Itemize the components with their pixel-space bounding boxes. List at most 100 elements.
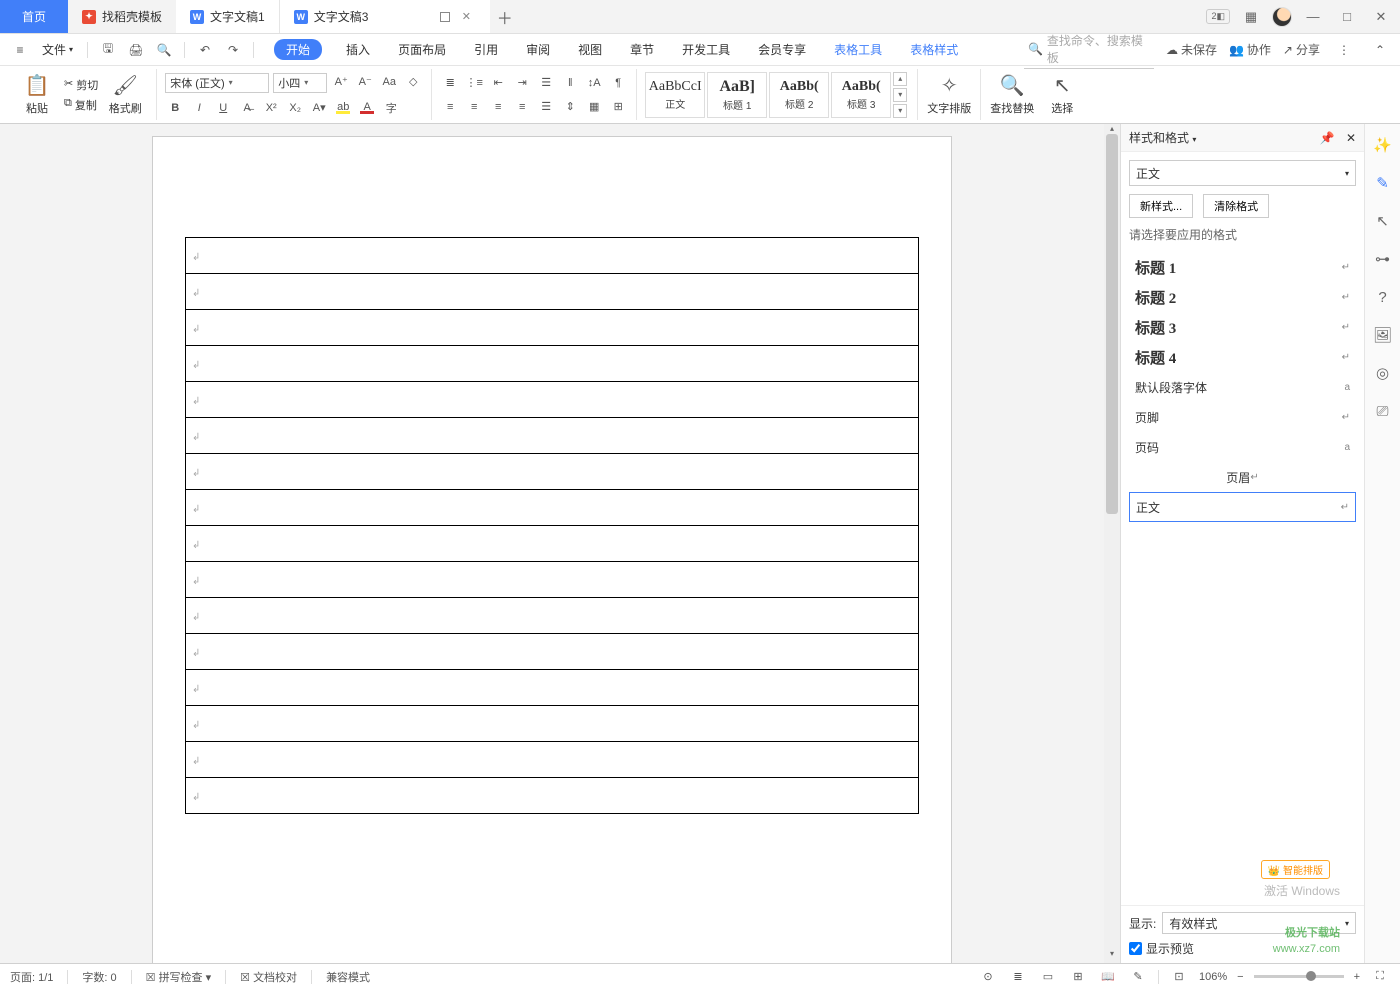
screen-icon[interactable]: ⎚ [1372,400,1394,422]
outdent-icon[interactable]: ⇤ [488,74,508,92]
table-cell[interactable]: ↲ [186,742,919,778]
clear-format-button[interactable]: 清除格式 [1203,194,1269,218]
share-button[interactable]: ↗分享 [1283,41,1320,58]
fit-icon[interactable]: ⊡ [1169,968,1189,986]
magic-icon[interactable]: ✨ [1372,134,1394,156]
new-style-button[interactable]: 新样式... [1129,194,1193,218]
tab-member[interactable]: 会员专享 [754,37,810,62]
link-icon[interactable]: ⊶ [1372,248,1394,270]
table-row[interactable]: ↲ [186,382,919,418]
style-item[interactable]: 页码a [1129,432,1356,462]
bold-button[interactable]: B [165,99,185,117]
style-heading1[interactable]: AaB]标题 1 [707,72,767,118]
paste-button[interactable]: 📋粘贴 [14,70,60,120]
format-painter-button[interactable]: 🖌格式刷 [102,70,148,120]
style-more-icon[interactable]: ▾ [893,104,907,118]
table-row[interactable]: ↲ [186,490,919,526]
table-row[interactable]: ↲ [186,742,919,778]
view-read-icon[interactable]: 📖 [1098,968,1118,986]
pencil-icon[interactable]: ✎ [1128,968,1148,986]
tab-add-button[interactable]: ＋ [490,0,520,33]
word-count[interactable]: 字数: 0 [82,969,116,985]
text-layout-button[interactable]: ✧文字排版 [926,70,972,120]
table-cell[interactable]: ↲ [186,274,919,310]
table-cell[interactable]: ↲ [186,238,919,274]
preview-icon[interactable]: 🔍 [152,38,176,62]
unsaved-indicator[interactable]: ☁未保存 [1166,41,1217,58]
tab-view[interactable]: 视图 [574,37,606,62]
tab-templates[interactable]: ✦ 找稻壳模板 [68,0,176,33]
style-item[interactable]: 标题 4↵ [1129,342,1356,372]
table-row[interactable]: ↲ [186,778,919,814]
tab-layout[interactable]: 页面布局 [394,37,450,62]
style-heading3[interactable]: AaBb(标题 3 [831,72,891,118]
undo-icon[interactable]: ↶ [193,38,217,62]
table-cell[interactable]: ↲ [186,346,919,382]
table-row[interactable]: ↲ [186,598,919,634]
view-dots-icon[interactable]: ⊙ [978,968,998,986]
text-effects-button[interactable]: A▾ [309,99,329,117]
align-justify-icon[interactable]: ≡ [512,98,532,116]
tab-table-style[interactable]: 表格样式 [906,37,962,62]
tab-doc1[interactable]: W 文字文稿1 [176,0,280,33]
find-replace-button[interactable]: 🔍查找替换 [989,70,1035,120]
increase-font-icon[interactable]: A⁺ [331,73,351,91]
decrease-font-icon[interactable]: A⁻ [355,73,375,91]
line-spacing-icon[interactable]: ‖ [560,74,580,92]
zoom-slider[interactable] [1254,975,1344,978]
spellcheck-toggle[interactable]: ☒ 拼写检查 ▾ [146,969,212,985]
select-button[interactable]: ↖选择 [1039,70,1085,120]
document-table[interactable]: ↲↲↲↲↲↲↲↲↲↲↲↲↲↲↲↲ [185,237,919,814]
highlight-button[interactable]: ab [333,99,353,117]
style-normal[interactable]: AaBbCcI正文 [645,72,705,118]
font-name-select[interactable]: 宋体 (正文)▾ [165,73,269,93]
indent-icon[interactable]: ⇥ [512,74,532,92]
tab-review[interactable]: 审阅 [522,37,554,62]
table-cell[interactable]: ↲ [186,562,919,598]
bullet-list-icon[interactable]: ≣ [440,74,460,92]
clear-format-icon[interactable]: ◇ [403,73,423,91]
style-item[interactable]: 页眉↵ [1129,462,1356,492]
close-button[interactable]: ✕ [1368,4,1394,30]
sort-icon[interactable]: ☰ [536,74,556,92]
table-cell[interactable]: ↲ [186,454,919,490]
text-direction-icon[interactable]: ↕A [584,74,604,92]
tab-insert[interactable]: 插入 [342,37,374,62]
style-item[interactable]: 正文↵ [1129,492,1356,522]
borders-icon[interactable]: ⊞ [608,98,628,116]
zoom-value[interactable]: 106% [1199,971,1227,983]
font-color-button[interactable]: A [357,99,377,117]
maximize-button[interactable]: □ [1334,4,1360,30]
table-cell[interactable]: ↲ [186,310,919,346]
apps-icon[interactable]: ▦ [1238,4,1264,30]
table-cell[interactable]: ↲ [186,526,919,562]
table-row[interactable]: ↲ [186,418,919,454]
font-size-select[interactable]: 小四▾ [273,73,327,93]
command-search[interactable]: 🔍 查找命令、搜索模板 [1024,30,1154,69]
print-icon[interactable]: 🖨 [124,38,148,62]
page-indicator[interactable]: 页面: 1/1 [10,969,53,985]
table-row[interactable]: ↲ [186,346,919,382]
change-case-icon[interactable]: Aa [379,73,399,91]
show-marks-icon[interactable]: ¶ [608,74,628,92]
tab-reference[interactable]: 引用 [470,37,502,62]
style-up-icon[interactable]: ▴ [893,72,907,86]
table-cell[interactable]: ↲ [186,598,919,634]
tab-restore-icon[interactable] [440,12,450,22]
italic-button[interactable]: I [189,99,209,117]
show-preview-input[interactable] [1129,942,1142,955]
table-row[interactable]: ↲ [186,670,919,706]
file-menu[interactable]: 文件▾ [36,41,79,58]
style-item[interactable]: 标题 2↵ [1129,282,1356,312]
tab-table-tools[interactable]: 表格工具 [830,37,886,62]
tab-doc3[interactable]: W 文字文稿3 ✕ [280,0,490,33]
pin-icon[interactable]: 📌 [1320,131,1335,145]
strikethrough-button[interactable]: A̶ [237,99,257,117]
menu-icon[interactable]: ≡ [8,38,32,62]
redo-icon[interactable]: ↷ [221,38,245,62]
target-icon[interactable]: ◎ [1372,362,1394,384]
collapse-ribbon-icon[interactable]: ⌃ [1368,38,1392,62]
more-icon[interactable]: ⋮ [1332,38,1356,62]
tab-start[interactable]: 开始 [274,39,322,60]
table-row[interactable]: ↲ [186,526,919,562]
